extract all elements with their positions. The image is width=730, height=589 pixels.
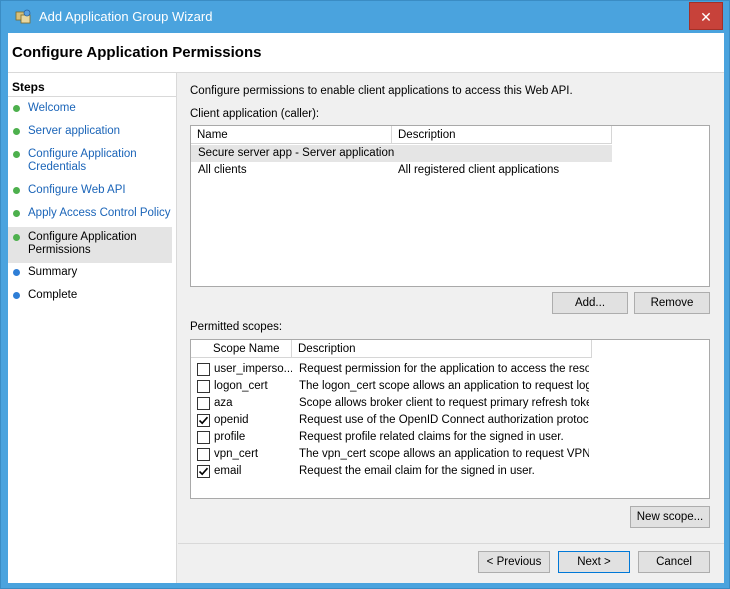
app-group-icon xyxy=(15,9,31,24)
step-pending-icon xyxy=(13,269,20,276)
scope-name[interactable]: user_imperso... xyxy=(214,363,292,375)
step-complete-icon xyxy=(13,187,20,194)
window-title: Add Application Group Wizard xyxy=(39,9,213,24)
step-complete-icon xyxy=(13,210,20,217)
intro-text: Configure permissions to enable client a… xyxy=(190,85,573,97)
close-button[interactable]: ✕ xyxy=(689,2,723,30)
new-scope-button[interactable]: New scope... xyxy=(630,506,710,528)
step-complete-icon xyxy=(13,128,20,135)
step-complete-icon xyxy=(13,105,20,112)
scope-checkbox[interactable] xyxy=(197,431,210,444)
scope-description[interactable]: The vpn_cert scope allows an application… xyxy=(299,448,589,460)
scope-description[interactable]: Request permission for the application t… xyxy=(299,363,589,375)
column-header-scope-name[interactable]: Scope Name xyxy=(191,340,292,358)
client-row-name[interactable]: Secure server app - Server application xyxy=(198,147,438,159)
step-label: Server application xyxy=(28,125,121,137)
step-label: Apply Access Control Policy xyxy=(28,207,171,219)
scope-name[interactable]: profile xyxy=(214,431,292,443)
scope-name[interactable]: openid xyxy=(214,414,292,426)
step-label: Configure Application Permissions xyxy=(28,231,137,256)
step-label: Welcome xyxy=(28,102,76,114)
footer-divider xyxy=(178,543,724,544)
page-title: Configure Application Permissions xyxy=(12,44,262,61)
step-configure-application-credentials[interactable]: Configure Application Credentials xyxy=(8,148,172,174)
client-application-label: Client application (caller): xyxy=(190,108,320,120)
step-apply-access-control-policy[interactable]: Apply Access Control Policy xyxy=(8,207,172,220)
column-header-name[interactable]: Name xyxy=(191,126,392,144)
step-pending-icon xyxy=(13,292,20,299)
steps-heading: Steps xyxy=(12,80,45,94)
scope-checkbox-checked[interactable] xyxy=(197,414,210,427)
previous-button[interactable]: < Previous xyxy=(478,551,550,573)
next-button[interactable]: Next > xyxy=(558,551,630,573)
step-label: Configure Application Credentials xyxy=(28,148,137,173)
cancel-button[interactable]: Cancel xyxy=(638,551,710,573)
client-row-description[interactable]: All registered client applications xyxy=(398,164,608,176)
scope-checkbox[interactable] xyxy=(197,448,210,461)
scope-name[interactable]: logon_cert xyxy=(214,380,292,392)
scope-name[interactable]: email xyxy=(214,465,292,477)
page-header: Configure Application Permissions xyxy=(8,33,724,73)
add-client-button[interactable]: Add... xyxy=(552,292,628,314)
step-summary[interactable]: Summary xyxy=(8,266,172,279)
scope-checkbox-checked[interactable] xyxy=(197,465,210,478)
step-complete[interactable]: Complete xyxy=(8,289,172,302)
step-label: Summary xyxy=(28,266,78,278)
permitted-scopes-list[interactable]: Scope Name Description user_imperso... R… xyxy=(190,339,710,499)
scope-description[interactable]: Scope allows broker client to request pr… xyxy=(299,397,589,409)
step-complete-icon xyxy=(13,234,20,241)
scope-checkbox[interactable] xyxy=(197,397,210,410)
step-configure-web-api[interactable]: Configure Web API xyxy=(8,184,172,197)
scope-description[interactable]: Request use of the OpenID Connect author… xyxy=(299,414,589,426)
scope-name[interactable]: aza xyxy=(214,397,292,409)
permitted-scopes-label: Permitted scopes: xyxy=(190,321,283,333)
step-complete-icon xyxy=(13,151,20,158)
remove-client-button[interactable]: Remove xyxy=(634,292,710,314)
scope-checkbox[interactable] xyxy=(197,380,210,393)
steps-panel: Steps Welcome Server application Configu… xyxy=(8,73,177,583)
checkmark-icon xyxy=(198,416,209,425)
checkmark-icon xyxy=(198,467,209,476)
column-header-description[interactable]: Description xyxy=(392,126,612,144)
column-header-description[interactable]: Description xyxy=(292,340,592,358)
step-label: Complete xyxy=(28,289,78,301)
wizard-content: Steps Welcome Server application Configu… xyxy=(8,73,724,583)
main-panel: Configure permissions to enable client a… xyxy=(178,73,724,583)
client-application-list[interactable]: Name Description Secure server app - Ser… xyxy=(190,125,710,287)
wizard-window: Add Application Group Wizard ✕ Configure… xyxy=(0,0,730,589)
step-configure-application-permissions[interactable]: Configure Application Permissions xyxy=(8,227,172,263)
steps-divider xyxy=(8,96,176,97)
scope-description[interactable]: The logon_cert scope allows an applicati… xyxy=(299,380,589,392)
title-bar: Add Application Group Wizard ✕ xyxy=(1,1,729,33)
scope-description[interactable]: Request the email claim for the signed i… xyxy=(299,465,589,477)
scope-description[interactable]: Request profile related claims for the s… xyxy=(299,431,589,443)
scope-name[interactable]: vpn_cert xyxy=(214,448,292,460)
client-row-name[interactable]: All clients xyxy=(198,164,388,176)
scope-checkbox[interactable] xyxy=(197,363,210,376)
step-server-application[interactable]: Server application xyxy=(8,125,172,138)
step-label: Configure Web API xyxy=(28,184,126,196)
step-welcome[interactable]: Welcome xyxy=(8,102,172,115)
